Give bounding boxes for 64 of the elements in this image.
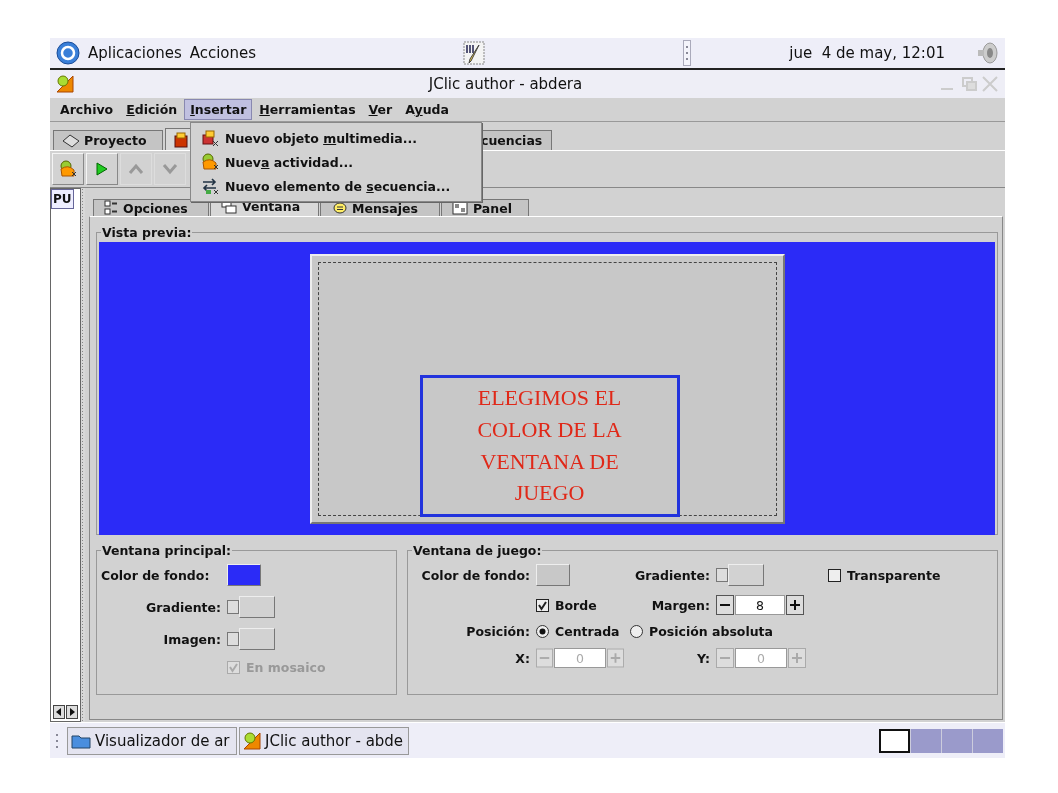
panel-menu[interactable]: Aplicaciones (88, 44, 182, 62)
annotation: ELEGIMOS EL COLOR DE LA VENTANA DE JUEGO (419, 374, 680, 517)
field-label: X: (514, 650, 530, 666)
activities-icon (174, 131, 188, 148)
menu-item[interactable]: Ayuda (399, 99, 455, 120)
tab[interactable]: Opciones (93, 199, 209, 216)
radio-label: Posición absoluta (649, 624, 773, 639)
app-icon (56, 75, 74, 93)
clock[interactable]: jue 4 de may, 12:01 (789, 44, 945, 62)
field-label: Y: (696, 650, 710, 666)
play-button[interactable] (86, 153, 118, 185)
activity-icon (59, 160, 77, 178)
play-icon (95, 161, 109, 177)
volume-icon[interactable] (975, 41, 999, 65)
menu-item[interactable]: Edición (120, 99, 184, 120)
menu-item[interactable]: Insertar (184, 99, 253, 120)
panel-menu[interactable]: Acciones (189, 44, 257, 62)
checkbox-label: Transparente (847, 567, 941, 583)
plus-button[interactable] (786, 595, 804, 615)
list-item[interactable]: PU (51, 189, 74, 209)
field-label: Gradiente: (145, 599, 221, 615)
splitter-handle[interactable] (81, 188, 85, 722)
scroll-right-button[interactable] (66, 705, 78, 719)
taskbar-button[interactable]: Visualizador de ar (67, 726, 237, 755)
activity-icon (201, 153, 219, 171)
menu-item[interactable]: Herramientas (253, 99, 362, 120)
tab[interactable]: Proyecto (53, 130, 163, 150)
scroll-left-button[interactable] (53, 705, 65, 719)
radio-button[interactable] (630, 625, 643, 638)
group-title: Vista previa: (101, 225, 193, 240)
field-label: Imagen: (162, 631, 221, 647)
new-activity-button[interactable] (52, 153, 84, 185)
workspace-switcher[interactable] (879, 728, 910, 753)
group-title: Ventana de juego: (412, 543, 543, 558)
number-field[interactable]: 8 (735, 595, 785, 615)
taskbar-button[interactable]: JClic author - abde (239, 726, 409, 755)
checkbox[interactable] (536, 598, 549, 612)
field-label: Posición: (465, 624, 530, 639)
radio-label: Centrada (555, 624, 620, 639)
foot-icon[interactable] (56, 41, 80, 65)
radio-button[interactable] (536, 625, 549, 638)
checkbox[interactable] (828, 568, 841, 582)
field-label: Margen: (650, 597, 710, 613)
field-label: Color de fondo: (101, 567, 211, 583)
messages-icon (331, 201, 347, 215)
color-swatch[interactable] (536, 564, 570, 586)
boxes-icon (201, 129, 219, 147)
field-label: Color de fondo: (420, 567, 530, 583)
checkbox-label: Borde (555, 597, 597, 613)
notepad-icon[interactable] (461, 39, 488, 67)
menu-item[interactable]: Nuevo elemento de secuencia... (191, 174, 481, 198)
checkbox-label: En mosaico (246, 660, 326, 675)
menu-item[interactable]: Ver (362, 99, 399, 120)
project-icon (62, 133, 80, 148)
menu-item[interactable]: Nueva actividad... (191, 150, 481, 174)
panel-handle-icon[interactable] (683, 40, 692, 66)
minus-button[interactable] (716, 595, 734, 615)
group-title: Ventana principal: (101, 543, 233, 558)
window-title: JClic author - abdera (427, 75, 584, 93)
arrows-icon (201, 177, 219, 195)
color-swatch[interactable] (227, 564, 261, 586)
field-label: Gradiente: (634, 567, 710, 583)
app-icon (243, 731, 261, 750)
menu-item[interactable]: Archivo (54, 99, 120, 120)
